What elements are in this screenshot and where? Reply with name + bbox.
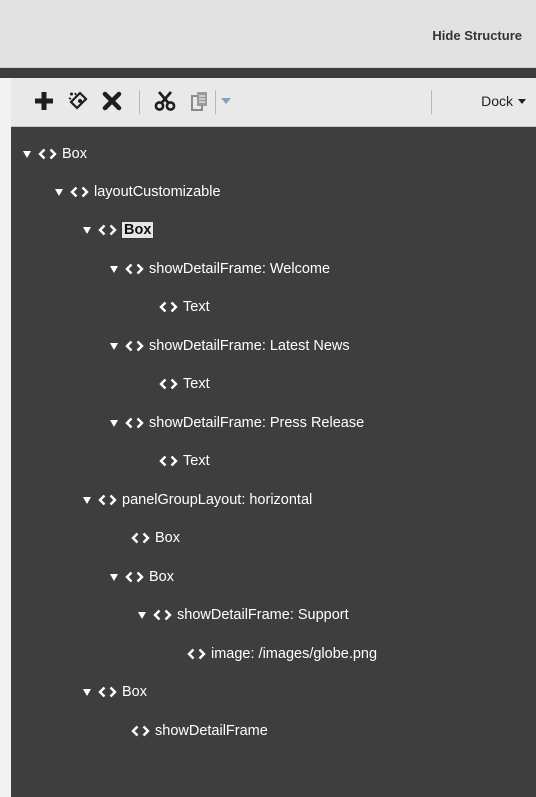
tree-node[interactable]: Box xyxy=(110,566,174,588)
tag-icon xyxy=(125,263,144,275)
expand-toggle-icon[interactable] xyxy=(83,226,91,234)
expand-toggle-icon[interactable] xyxy=(110,573,118,581)
tree-node-label: showDetailFrame: Welcome xyxy=(149,261,331,277)
top-header-bar: Hide Structure xyxy=(0,0,536,68)
tree-node[interactable]: Text xyxy=(159,296,210,318)
tree-node[interactable]: showDetailFrame: Welcome xyxy=(110,258,330,280)
tree-node[interactable]: Box xyxy=(83,681,147,703)
expand-toggle-icon[interactable] xyxy=(23,150,31,158)
tree-node-label: Box xyxy=(155,530,180,546)
cut-icon[interactable] xyxy=(154,88,176,114)
expand-toggle-icon[interactable] xyxy=(83,496,91,504)
tree-node[interactable]: Box xyxy=(83,219,155,241)
tree-node-label: Text xyxy=(183,299,210,315)
tree-node-label: Box xyxy=(122,684,147,700)
tag-icon xyxy=(38,148,57,160)
tree-node[interactable]: Box xyxy=(131,527,180,549)
toolbar-separator xyxy=(431,90,432,114)
tree-node[interactable]: Box xyxy=(23,143,87,165)
tree-node[interactable]: Text xyxy=(159,373,210,395)
tag-icon xyxy=(131,532,150,544)
tree-node[interactable]: showDetailFrame: Latest News xyxy=(110,335,350,357)
tag-icon xyxy=(131,725,150,737)
tag-icon xyxy=(159,378,178,390)
tree-node-label: showDetailFrame: Latest News xyxy=(149,338,350,354)
tree-node-label: showDetailFrame xyxy=(155,723,268,739)
tree-node-label: image: /images/globe.png xyxy=(211,646,378,662)
dock-menu-button[interactable]: Dock xyxy=(481,93,526,109)
tree-node-label: showDetailFrame: Support xyxy=(177,607,349,623)
tree-node[interactable]: image: /images/globe.png xyxy=(187,643,377,665)
add-icon[interactable] xyxy=(33,88,55,114)
tag-icon xyxy=(98,686,117,698)
tag-icon xyxy=(187,648,206,660)
expand-toggle-icon[interactable] xyxy=(110,342,118,350)
tree-node-label: Box xyxy=(149,569,174,585)
tag-icon xyxy=(70,186,89,198)
tree-node-label: Text xyxy=(183,453,210,469)
tree-node[interactable]: panelGroupLayout: horizontal xyxy=(83,489,312,511)
tag-icon xyxy=(153,609,172,621)
tree-node-label: Box xyxy=(120,221,155,239)
structure-toolbar: Dock xyxy=(11,78,536,127)
tag-icon xyxy=(98,494,117,506)
tree-node[interactable]: layoutCustomizable xyxy=(55,181,221,203)
tree-node-label: Text xyxy=(183,376,210,392)
expand-toggle-icon[interactable] xyxy=(55,188,63,196)
tree-node-label: layoutCustomizable xyxy=(94,184,221,200)
tree-node-label: showDetailFrame: Press Release xyxy=(149,415,365,431)
tag-icon xyxy=(159,455,178,467)
tree-node[interactable]: Text xyxy=(159,450,210,472)
expand-toggle-icon[interactable] xyxy=(138,611,146,619)
dock-label: Dock xyxy=(481,93,513,109)
expand-toggle-icon[interactable] xyxy=(110,265,118,273)
tree-node-label: panelGroupLayout: horizontal xyxy=(122,492,313,508)
hide-structure-link[interactable]: Hide Structure xyxy=(432,28,522,43)
tag-icon xyxy=(159,301,178,313)
expand-toggle-icon[interactable] xyxy=(83,688,91,696)
left-gutter xyxy=(0,78,11,797)
tree-node[interactable]: showDetailFrame: Press Release xyxy=(110,412,364,434)
toolbar-separator xyxy=(139,90,140,114)
tree-node-label: Box xyxy=(62,146,87,162)
paste-icon[interactable] xyxy=(189,88,211,114)
header-divider xyxy=(0,68,536,78)
expand-toggle-icon[interactable] xyxy=(110,419,118,427)
tree-node[interactable]: showDetailFrame xyxy=(131,720,268,742)
dock-caret-icon xyxy=(518,98,526,104)
tag-icon xyxy=(98,224,117,236)
dropdown-caret-icon[interactable] xyxy=(219,88,233,114)
tag-icon xyxy=(125,571,144,583)
tag-icon xyxy=(125,340,144,352)
tree-node[interactable]: showDetailFrame: Support xyxy=(138,604,349,626)
edit-icon[interactable] xyxy=(66,88,90,114)
tag-icon xyxy=(125,417,144,429)
structure-tree: Box layoutCustomizable Box showDetailFra… xyxy=(11,127,536,797)
delete-icon[interactable] xyxy=(101,88,123,114)
toolbar-separator xyxy=(215,90,216,114)
